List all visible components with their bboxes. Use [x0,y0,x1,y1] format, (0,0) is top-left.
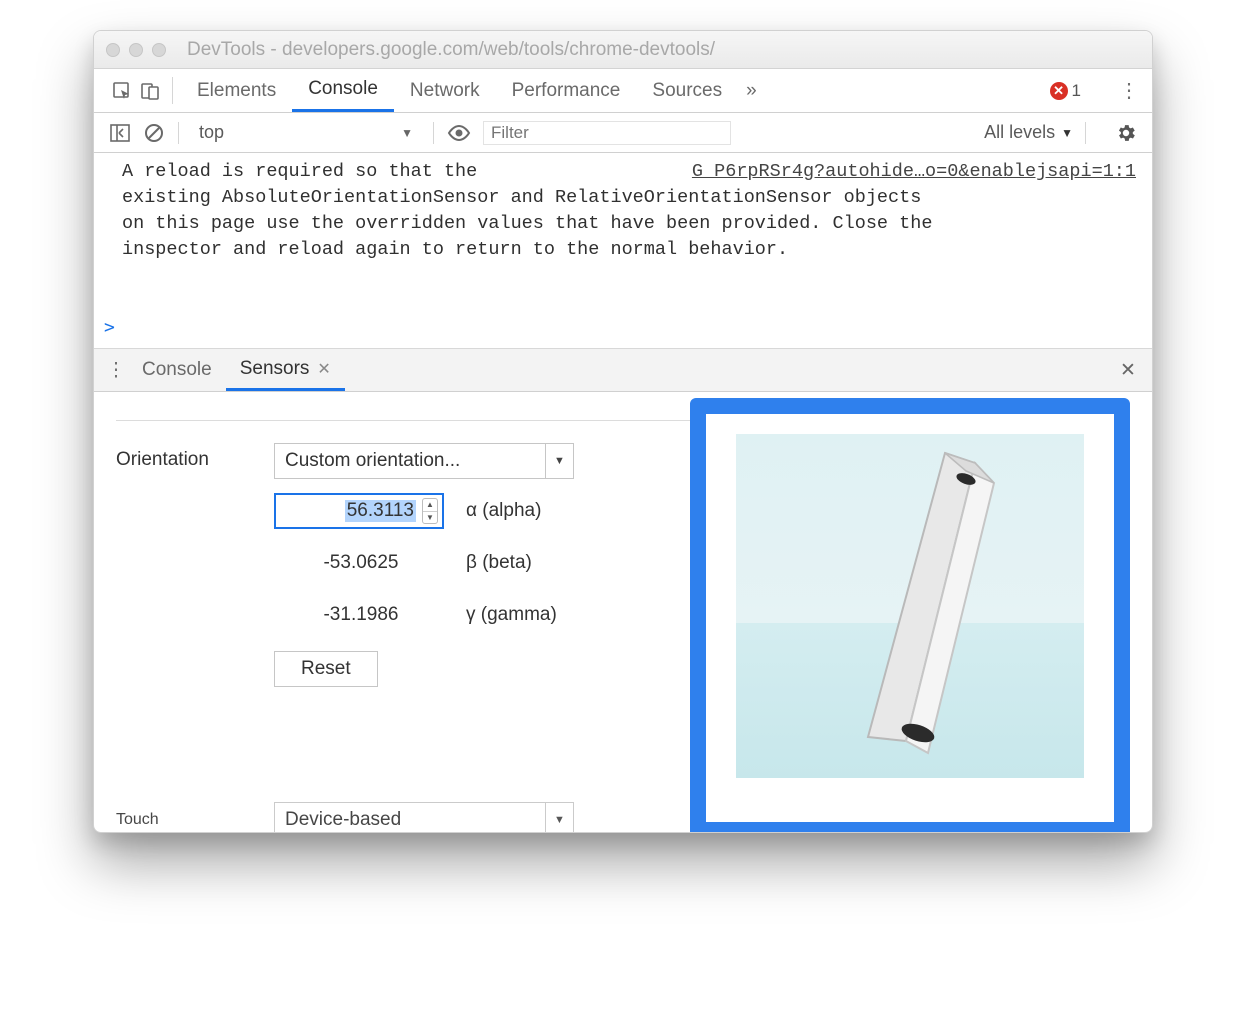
alpha-label: α (alpha) [466,500,566,522]
drawer-tab-console[interactable]: Console [128,349,226,391]
gamma-label: γ (gamma) [466,604,566,626]
drawer-close-icon[interactable]: ✕ [1114,349,1142,391]
minimize-window-dot[interactable] [129,43,143,57]
touch-label: Touch [116,811,256,829]
error-count: 1 [1072,81,1081,101]
error-icon: ✕ [1050,82,1068,100]
tab-sources[interactable]: Sources [636,69,738,112]
beta-input[interactable]: -53.0625 [274,545,444,581]
console-prompt[interactable]: > [94,313,1152,348]
filter-input[interactable] [482,120,732,146]
prompt-chevron-icon: > [104,317,115,338]
orientation-model-highlight [690,398,1130,832]
orientation-model[interactable] [736,434,1084,778]
console-settings-gear-icon[interactable] [1114,122,1138,144]
dropdown-arrow-icon: ▼ [545,444,573,478]
live-expressions-eye-icon[interactable] [446,124,472,142]
dropdown-triangle-icon: ▼ [401,126,413,140]
console-sidebar-toggle-icon[interactable] [108,124,132,142]
touch-row: Touch Device-based ▼ [116,802,1130,832]
inspect-element-icon[interactable] [108,69,136,112]
console-toolbar: top ▼ All levels ▼ [94,113,1152,153]
error-badge[interactable]: ✕ 1 [1050,81,1081,101]
titlebar: DevTools - developers.google.com/web/too… [94,31,1152,69]
sensors-panel: Orientation Custom orientation... ▼ 56.3… [94,392,1152,832]
reset-button[interactable]: Reset [274,651,378,687]
devtools-window: DevTools - developers.google.com/web/too… [93,30,1153,833]
clear-console-icon[interactable] [142,123,166,143]
separator [172,77,173,104]
alpha-input[interactable]: 56.3113 ▲▼ [274,493,444,529]
touch-select[interactable]: Device-based ▼ [274,802,574,832]
tab-performance[interactable]: Performance [496,69,637,112]
dropdown-triangle-icon: ▼ [1061,126,1073,140]
dropdown-arrow-icon: ▼ [545,803,573,832]
maximize-window-dot[interactable] [152,43,166,57]
close-window-dot[interactable] [106,43,120,57]
close-tab-icon[interactable]: ✕ [317,359,330,379]
gamma-input[interactable]: -31.1986 [274,597,444,633]
beta-label: β (beta) [466,552,566,574]
message-source-link[interactable]: G P6rpRSr4g?autohide…o=0&enablejsapi=1:1 [692,159,1136,185]
window-traffic-lights [106,43,166,57]
context-value: top [199,122,224,143]
orientation-label: Orientation [116,443,256,471]
drawer-menu-kebab-icon[interactable]: ⋮ [104,349,128,391]
main-menu-kebab-icon[interactable]: ⋮ [1118,78,1140,103]
context-select[interactable]: top ▼ [191,120,421,145]
tabs-overflow[interactable]: » [738,69,765,112]
window-title: DevTools - developers.google.com/web/too… [187,39,1140,61]
drawer-tab-sensors[interactable]: Sensors ✕ [226,349,345,391]
tab-network[interactable]: Network [394,69,496,112]
drawer-tabs: ⋮ Console Sensors ✕ ✕ [94,348,1152,392]
console-output: A reload is required so that the G P6rpR… [94,153,1152,313]
orientation-preset-select[interactable]: Custom orientation... ▼ [274,443,574,479]
tab-elements[interactable]: Elements [181,69,292,112]
log-levels-select[interactable]: All levels ▼ [984,122,1073,143]
device-toolbar-icon[interactable] [136,69,164,112]
alpha-stepper[interactable]: ▲▼ [422,498,438,524]
main-tabs: Elements Console Network Performance Sou… [94,69,1152,113]
tab-console[interactable]: Console [292,69,394,112]
